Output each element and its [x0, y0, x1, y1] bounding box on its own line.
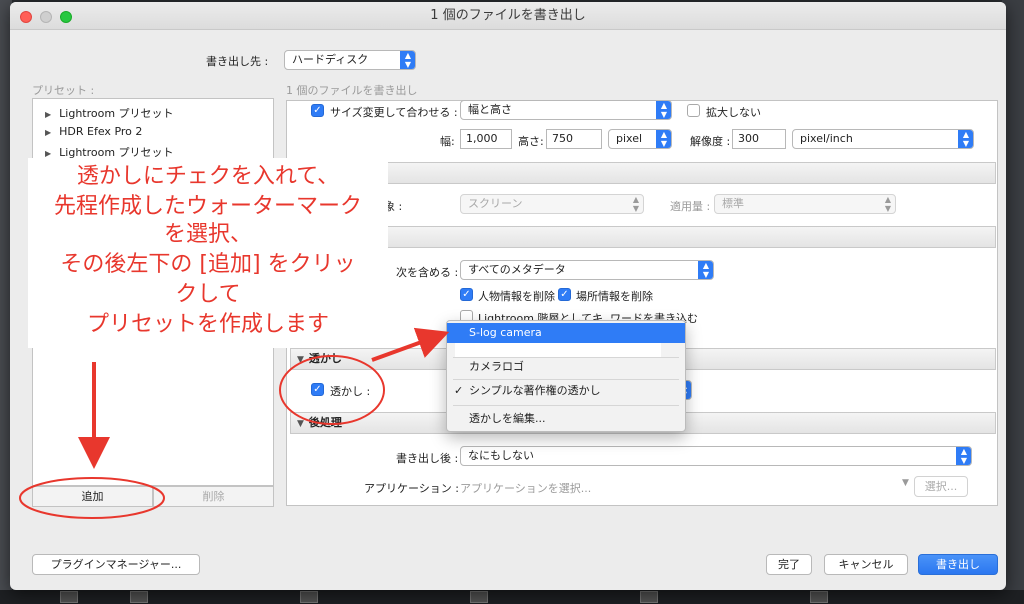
filmstrip-thumb: [810, 591, 828, 603]
annotation-arrow-right: [371, 327, 450, 362]
export-dialog: 1 個のファイルを書き出し 書き出し先 : ハードディスク ▲ ▼ プリセット :…: [10, 2, 1006, 590]
annotation-circle-add: [19, 477, 165, 519]
filmstrip-strip: [0, 590, 1024, 604]
annotation-marks: [19, 327, 450, 519]
filmstrip-thumb: [470, 591, 488, 603]
filmstrip-thumb: [640, 591, 658, 603]
filmstrip-thumb: [300, 591, 318, 603]
annotation-circle-watermark: [279, 355, 385, 425]
filmstrip-thumb: [60, 591, 78, 603]
filmstrip-thumb: [130, 591, 148, 603]
